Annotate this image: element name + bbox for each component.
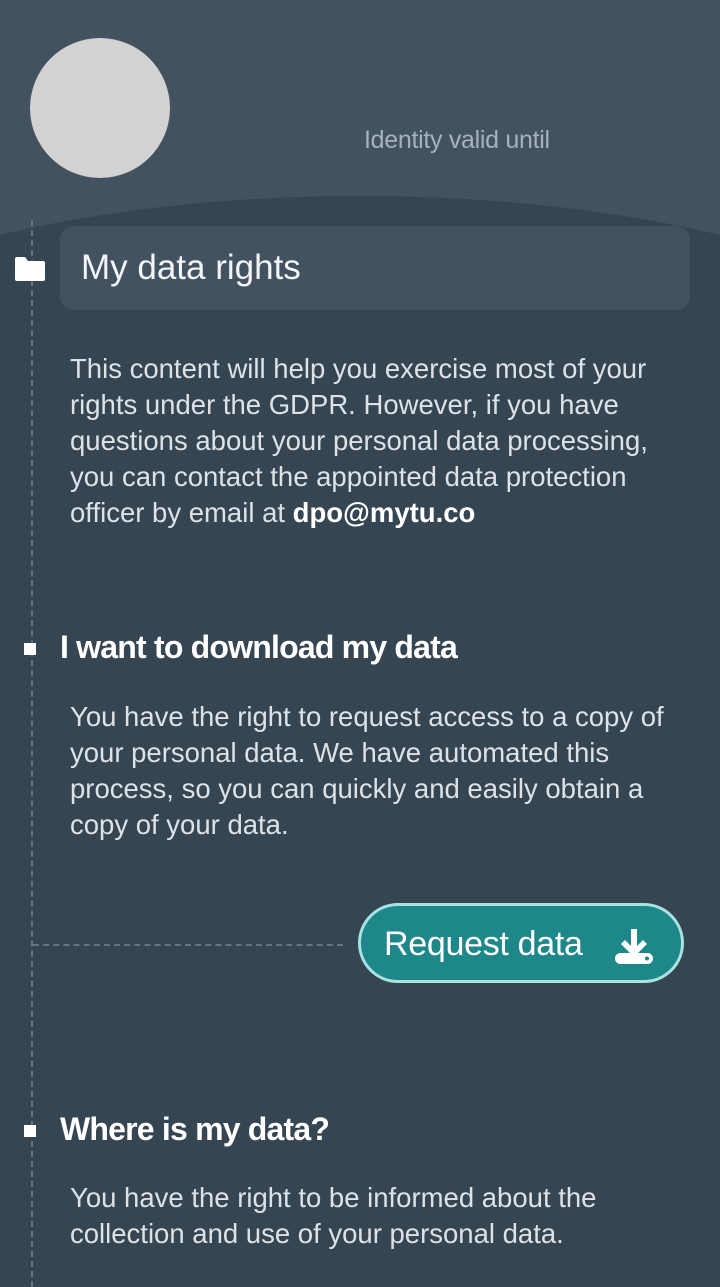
dpo-email-link[interactable]: dpo@mytu.co [293,497,476,528]
folder-icon [15,257,45,281]
request-data-label: Request data [384,925,583,963]
section-bullet [24,1125,36,1137]
request-data-button[interactable]: Request data [358,903,684,983]
button-connector [33,944,343,946]
page-title-box: My data rights [60,226,690,310]
intro-text: This content will help you exercise most… [70,351,670,531]
profile-header: Identity valid until [0,0,720,250]
section-bullet [24,643,36,655]
avatar[interactable] [30,38,170,178]
download-icon [615,929,653,964]
identity-valid-label: Identity valid until [364,126,550,154]
section-body-download: You have the right to request access to … [70,701,664,840]
section-title-download: I want to download my data [60,629,458,665]
page-title: My data rights [81,248,301,287]
section-title-where: Where is my data? [60,1111,330,1147]
section-body-where: You have the right to be informed about … [70,1182,597,1249]
